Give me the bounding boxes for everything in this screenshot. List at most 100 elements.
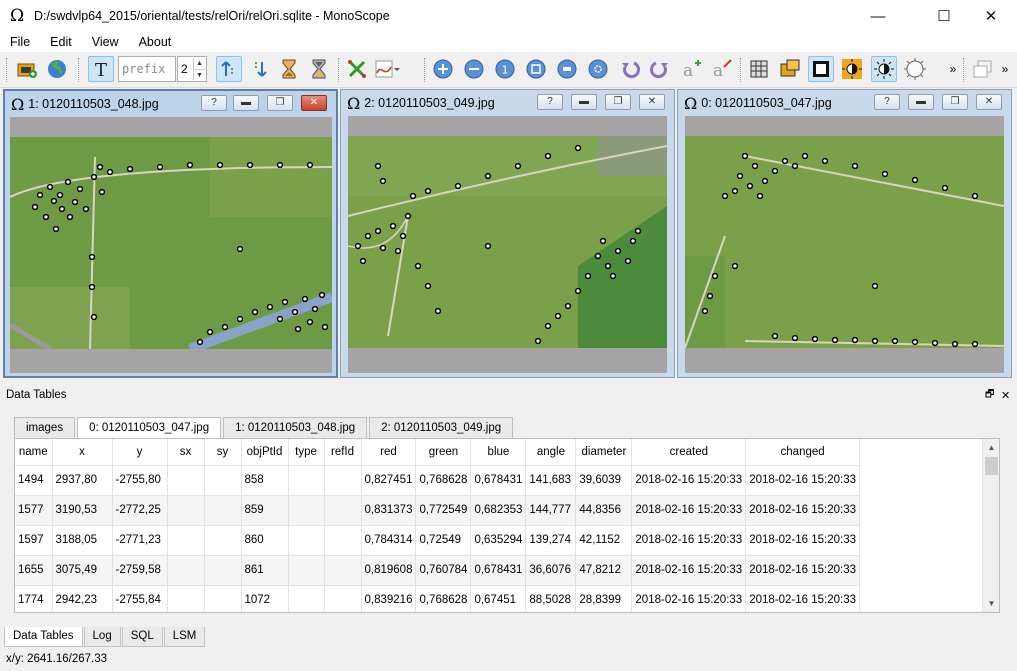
globe-icon[interactable]	[44, 56, 70, 82]
cell[interactable]: 88,5028	[525, 585, 577, 612]
cell[interactable]: 1577	[15, 495, 53, 526]
vertical-scrollbar[interactable]: ▲ ▼	[982, 439, 999, 612]
cell[interactable]: 2018-02-16 15:20:33	[745, 585, 860, 612]
zoom-page-icon[interactable]	[554, 56, 580, 82]
menu-file[interactable]: File	[0, 35, 40, 49]
cell[interactable]: 0,760784	[415, 555, 472, 586]
cell[interactable]	[324, 555, 362, 586]
delete-point-icon[interactable]	[344, 56, 370, 82]
help-button[interactable]: ?	[874, 94, 900, 110]
zoom-out-icon[interactable]	[461, 56, 487, 82]
cell[interactable]: 0,772549	[415, 495, 472, 526]
cell[interactable]: 2937,80	[52, 465, 113, 496]
cell[interactable]	[324, 465, 362, 496]
open-image-icon[interactable]	[14, 56, 40, 82]
image-window-047[interactable]: Ω 0: 0120110503_047.jpg ? ▬ ❐ ✕	[677, 89, 1012, 378]
gamma-dial-icon[interactable]	[902, 56, 928, 82]
cell[interactable]: 139,274	[525, 525, 577, 556]
prefix-input[interactable]: prefix	[118, 56, 176, 82]
image-canvas[interactable]	[10, 117, 332, 373]
label-remove-icon[interactable]: a	[709, 56, 735, 82]
restore-button[interactable]: ❐	[942, 94, 968, 110]
cell[interactable]: 3075,49	[52, 555, 113, 586]
zoom-1-icon[interactable]: 1	[492, 56, 518, 82]
arrow-down-icon[interactable]	[246, 56, 272, 82]
scroll-up-icon[interactable]: ▲	[983, 439, 999, 456]
cell[interactable]: 144,777	[525, 495, 577, 526]
tab-data-tables[interactable]: Data Tables	[4, 627, 83, 647]
cell[interactable]: 1774	[15, 585, 53, 612]
cell[interactable]: 2018-02-16 15:20:33	[631, 495, 747, 526]
cell[interactable]: 858	[241, 465, 289, 496]
close-button[interactable]: ✕	[976, 94, 1002, 110]
cell[interactable]	[204, 525, 242, 556]
text-tool-icon[interactable]: T	[88, 56, 114, 82]
scroll-down-icon[interactable]: ▼	[983, 595, 999, 612]
frame-icon[interactable]	[808, 56, 834, 82]
cell[interactable]: 2018-02-16 15:20:33	[745, 525, 860, 556]
brightness-icon[interactable]	[871, 56, 897, 82]
cell[interactable]	[167, 465, 205, 496]
cell[interactable]: 2018-02-16 15:20:33	[745, 495, 860, 526]
cell[interactable]: 0,784314	[361, 525, 417, 556]
spin-box[interactable]: 2 ▲ ▼	[177, 56, 207, 82]
cell[interactable]: 860	[241, 525, 289, 556]
cell[interactable]	[204, 465, 242, 496]
cell[interactable]: 0,819608	[361, 555, 417, 586]
cell[interactable]: 1072	[241, 585, 289, 612]
column-header[interactable]: objPtId	[241, 439, 289, 466]
table-row[interactable]: 1655 3075,49 -2759,58 861 0,819608 0,760784 0,…	[15, 555, 860, 586]
tab-image-048[interactable]: 1: 0120110503_048.jpg	[223, 417, 368, 438]
cell[interactable]	[288, 585, 325, 612]
close-button[interactable]: ✕	[639, 94, 665, 110]
cell[interactable]	[167, 495, 205, 526]
cell[interactable]: 859	[241, 495, 289, 526]
cell[interactable]: 39,6039	[575, 465, 633, 496]
column-header[interactable]: sy	[204, 439, 242, 466]
image-window-049[interactable]: Ω 2: 0120110503_049.jpg ? ▬ ❐ ✕	[340, 89, 675, 378]
toolbar-overflow-right-button[interactable]: »	[996, 56, 1014, 82]
minimize-button[interactable]: ▬	[233, 95, 259, 111]
column-header[interactable]: type	[288, 439, 325, 466]
cell[interactable]: 0,768628	[415, 585, 472, 612]
tab-image-047[interactable]: 0: 0120110503_047.jpg	[77, 417, 222, 439]
spin-up-button[interactable]: ▲	[193, 58, 205, 69]
cell[interactable]: 0,682353	[470, 495, 527, 526]
restore-button[interactable]: ❐	[605, 94, 631, 110]
help-button[interactable]: ?	[201, 95, 227, 111]
restore-button[interactable]: ❐	[267, 95, 293, 111]
column-header[interactable]: angle	[525, 439, 577, 466]
cell[interactable]: -2772,25	[112, 495, 168, 526]
cell[interactable]: 28,8399	[575, 585, 633, 612]
cell[interactable]: 36,6076	[525, 555, 577, 586]
column-header[interactable]: refId	[324, 439, 362, 466]
column-header[interactable]: diameter	[575, 439, 633, 466]
cell[interactable]	[167, 525, 205, 556]
dock-close-button[interactable]: ✕	[1001, 389, 1010, 402]
menu-about[interactable]: About	[129, 35, 182, 49]
image-canvas[interactable]	[348, 116, 667, 373]
cell[interactable]: 2018-02-16 15:20:33	[631, 555, 747, 586]
curve-tool-icon[interactable]	[374, 56, 400, 82]
cell[interactable]: 0,72549	[415, 525, 472, 556]
cell[interactable]: 1655	[15, 555, 53, 586]
cell[interactable]: 0,831373	[361, 495, 417, 526]
column-header[interactable]: sx	[167, 439, 205, 466]
cell[interactable]	[167, 555, 205, 586]
cell[interactable]: 44,8356	[575, 495, 633, 526]
table-row[interactable]: 1494 2937,80 -2755,80 858 0,827451 0,768628 0,…	[15, 465, 860, 496]
cell[interactable]: -2771,23	[112, 525, 168, 556]
tab-sql[interactable]: SQL	[121, 627, 163, 647]
cell[interactable]	[288, 465, 325, 496]
close-button[interactable]: ✕	[301, 95, 327, 111]
cell[interactable]: -2755,84	[112, 585, 168, 612]
cell[interactable]: 2942,23	[52, 585, 113, 612]
arrow-up-icon[interactable]	[216, 56, 242, 82]
cell[interactable]: 0,67451	[470, 585, 527, 612]
cell[interactable]: 42,1152	[575, 525, 633, 556]
cell[interactable]: 1494	[15, 465, 53, 496]
cell[interactable]	[324, 495, 362, 526]
image-canvas[interactable]	[685, 116, 1004, 373]
minimize-button[interactable]: ▬	[908, 94, 934, 110]
cell[interactable]: -2755,80	[112, 465, 168, 496]
